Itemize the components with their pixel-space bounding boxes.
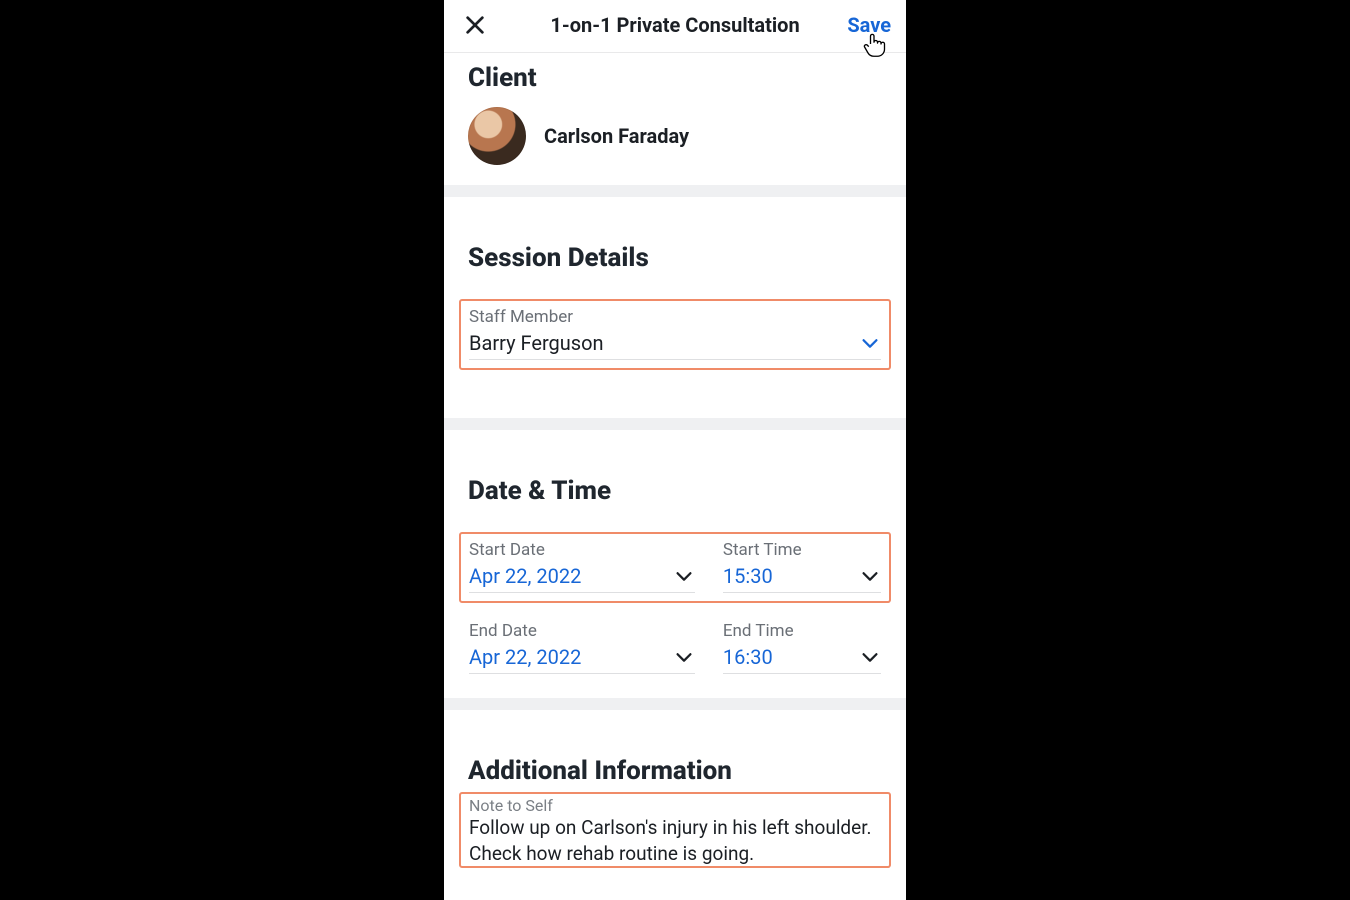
client-section-title: Client [468, 53, 882, 93]
page-title: 1-on-1 Private Consultation [550, 13, 799, 37]
chevron-down-icon [673, 646, 695, 668]
section-divider [444, 698, 906, 710]
start-time-field[interactable]: Start Time 15:30 [723, 540, 881, 593]
chevron-down-icon [673, 565, 695, 587]
staff-member-value: Barry Ferguson [469, 331, 604, 355]
start-date-label: Start Date [469, 540, 695, 560]
staff-member-highlight: Staff Member Barry Ferguson [459, 299, 891, 370]
start-datetime-highlight: Start Date Apr 22, 2022 Start Time 15:30 [459, 532, 891, 603]
chevron-down-icon [859, 646, 881, 668]
end-date-label: End Date [469, 621, 695, 641]
date-time-section: Date & Time Start Date Apr 22, 2022 Star… [444, 430, 906, 698]
client-section: Client Carlson Faraday [444, 53, 906, 185]
start-date-field[interactable]: Start Date Apr 22, 2022 [469, 540, 695, 593]
additional-info-section: Additional Information Note to Self Foll… [444, 710, 906, 868]
top-bar: 1-on-1 Private Consultation Save [444, 0, 906, 53]
chevron-down-icon [859, 565, 881, 587]
staff-member-label: Staff Member [469, 307, 881, 327]
start-time-label: Start Time [723, 540, 881, 560]
save-button[interactable]: Save [847, 13, 891, 37]
staff-member-field[interactable]: Staff Member Barry Ferguson [469, 307, 881, 360]
note-to-self-value[interactable]: Follow up on Carlson's injury in his lef… [469, 815, 881, 866]
start-time-value: 15:30 [723, 564, 773, 588]
session-details-section: Session Details Staff Member Barry Fergu… [444, 197, 906, 418]
note-label: Note to Self [469, 796, 881, 815]
phone-frame: 1-on-1 Private Consultation Save Client … [444, 0, 906, 900]
start-date-value: Apr 22, 2022 [469, 564, 581, 588]
end-time-label: End Time [723, 621, 881, 641]
section-divider [444, 418, 906, 430]
end-time-value: 16:30 [723, 645, 773, 669]
client-name: Carlson Faraday [544, 124, 689, 148]
client-avatar [468, 107, 526, 165]
section-divider [444, 185, 906, 197]
end-date-value: Apr 22, 2022 [469, 645, 581, 669]
note-highlight: Note to Self Follow up on Carlson's inju… [459, 792, 891, 868]
end-date-field[interactable]: End Date Apr 22, 2022 [469, 621, 695, 674]
chevron-down-icon [859, 332, 881, 354]
client-row[interactable]: Carlson Faraday [468, 93, 882, 185]
close-icon[interactable] [464, 14, 486, 36]
session-section-title: Session Details [468, 231, 882, 273]
datetime-section-title: Date & Time [468, 464, 882, 506]
end-time-field[interactable]: End Time 16:30 [723, 621, 881, 674]
additional-section-title: Additional Information [468, 744, 882, 786]
